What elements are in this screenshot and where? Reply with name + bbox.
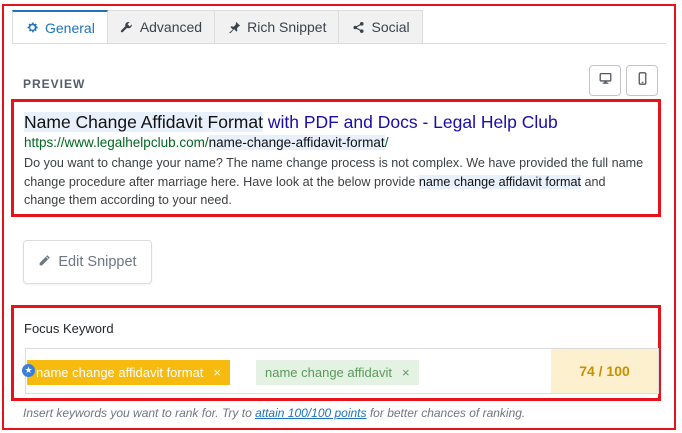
tab-label: Advanced bbox=[139, 19, 203, 35]
hint-text-end: for better chances of ranking. bbox=[366, 406, 526, 420]
pin-icon bbox=[227, 20, 241, 34]
tab-bar: General Advanced Rich Snippet Social bbox=[12, 10, 423, 44]
keyword-tag-text: name change affidavit format bbox=[36, 365, 204, 380]
serp-url-trailing: / bbox=[384, 135, 389, 150]
keyword-tag-text: name change affidavit bbox=[265, 365, 392, 380]
desktop-preview-button[interactable] bbox=[589, 65, 621, 96]
pencil-icon bbox=[38, 254, 51, 271]
keyword-tag-primary[interactable]: ★ name change affidavit format × bbox=[22, 360, 231, 385]
serp-preview: Name Change Affidavit Format with PDF an… bbox=[11, 99, 661, 217]
serp-title-keyword: Name Change Affidavit Format bbox=[24, 112, 263, 132]
keyword-tag-secondary[interactable]: name change affidavit × bbox=[256, 360, 419, 385]
tab-advanced[interactable]: Advanced bbox=[107, 10, 216, 44]
share-icon bbox=[351, 20, 365, 34]
serp-description: Do you want to change your name? The nam… bbox=[24, 154, 648, 210]
tab-social[interactable]: Social bbox=[339, 10, 423, 44]
serp-url-base: https://www.legalhelpclub.com/ bbox=[24, 135, 209, 150]
tab-general[interactable]: General bbox=[12, 10, 108, 44]
serp-url: https://www.legalhelpclub.com/name-chang… bbox=[24, 134, 648, 152]
serp-desc-keyword: name change affidavit format bbox=[418, 174, 582, 189]
serp-url-slug: name-change-affidavit-format bbox=[208, 135, 385, 150]
tab-label: Social bbox=[371, 19, 410, 35]
edit-snippet-label: Edit Snippet bbox=[58, 254, 137, 270]
mobile-icon bbox=[637, 71, 648, 90]
preview-label: PREVIEW bbox=[23, 77, 86, 91]
serp-title-rest: with PDF and Docs - Legal Help Club bbox=[262, 112, 558, 132]
tab-label: General bbox=[45, 19, 95, 36]
gear-icon bbox=[25, 21, 39, 35]
wrench-icon bbox=[120, 20, 134, 34]
serp-title[interactable]: Name Change Affidavit Format with PDF an… bbox=[24, 111, 648, 133]
keyword-hint: Insert keywords you want to rank for. Tr… bbox=[23, 406, 525, 420]
tab-rich-snippet[interactable]: Rich Snippet bbox=[215, 10, 340, 44]
seo-score-badge: 74 / 100 bbox=[551, 349, 658, 393]
hint-text: Insert keywords you want to rank for. Tr… bbox=[23, 406, 256, 420]
attain-points-link[interactable]: attain 100/100 points bbox=[255, 406, 366, 420]
focus-keyword-input[interactable]: ★ name change affidavit format × name ch… bbox=[22, 348, 659, 394]
focus-keyword-label: Focus Keyword bbox=[24, 321, 114, 336]
tab-label: Rich Snippet bbox=[247, 19, 327, 35]
star-icon: ★ bbox=[22, 364, 35, 377]
edit-snippet-button[interactable]: Edit Snippet bbox=[23, 240, 152, 284]
focus-keyword-section: Focus Keyword ★ name change affidavit fo… bbox=[11, 305, 661, 401]
desktop-icon bbox=[599, 72, 612, 90]
remove-keyword-icon[interactable]: × bbox=[213, 365, 221, 380]
remove-keyword-icon[interactable]: × bbox=[402, 365, 410, 380]
tab-divider bbox=[12, 43, 666, 44]
mobile-preview-button[interactable] bbox=[626, 65, 658, 96]
